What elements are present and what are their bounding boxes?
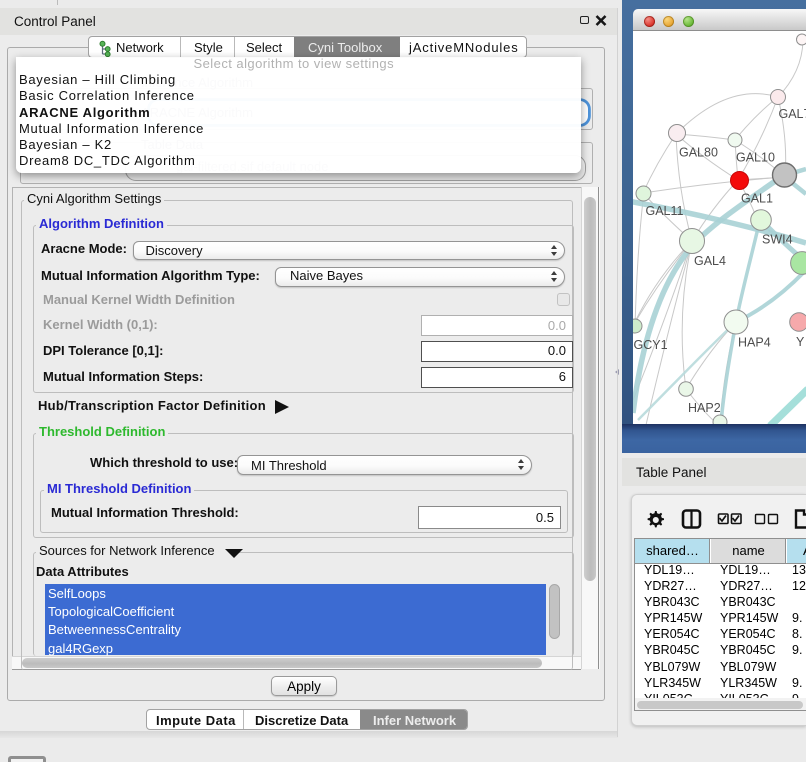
svg-text:HAP4: HAP4 bbox=[738, 336, 771, 350]
svg-text:GAL4: GAL4 bbox=[694, 254, 726, 268]
svg-text:GCY1: GCY1 bbox=[634, 338, 668, 352]
svg-text:GAL11: GAL11 bbox=[646, 204, 684, 218]
svg-text:GAL10: GAL10 bbox=[736, 151, 775, 165]
svg-text:Y: Y bbox=[796, 335, 805, 349]
svg-text:GAL80: GAL80 bbox=[679, 146, 718, 160]
svg-text:SWI4: SWI4 bbox=[762, 233, 793, 247]
svg-text:GAL7: GAL7 bbox=[779, 107, 806, 121]
svg-text:GAL1: GAL1 bbox=[741, 192, 773, 206]
svg-text:HAP2: HAP2 bbox=[688, 401, 721, 415]
